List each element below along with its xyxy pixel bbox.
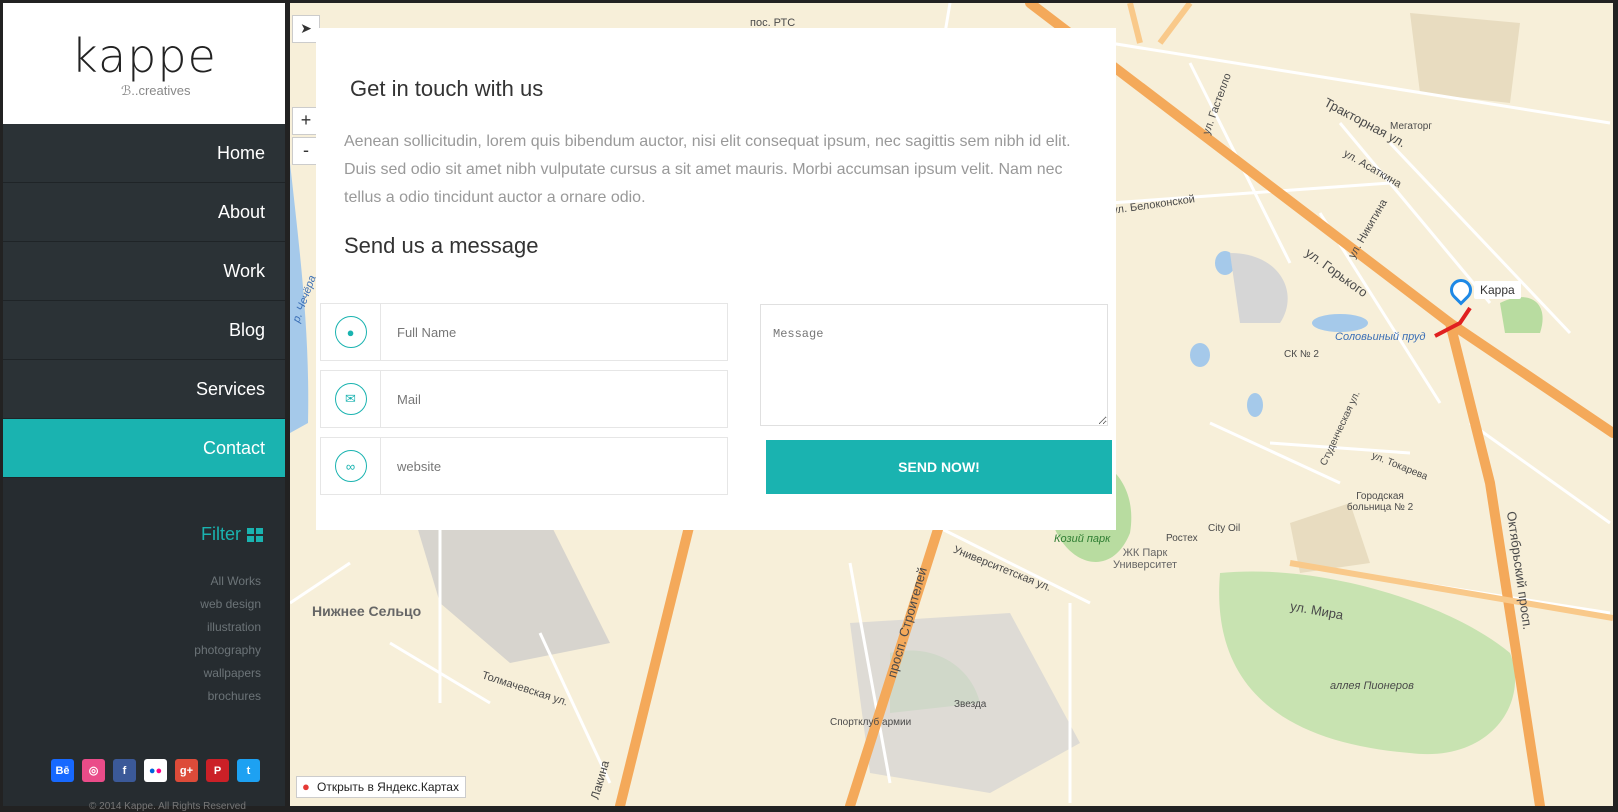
send-button[interactable]: SEND NOW!	[766, 440, 1112, 494]
nav-item-contact[interactable]: Contact	[3, 419, 285, 478]
filter-web-design[interactable]: web design	[194, 593, 261, 616]
open-yandex-maps-link[interactable]: ● Открыть в Яндекс.Картах	[296, 776, 466, 798]
social-links: Bē ◎ f ● ● g+ P t	[51, 759, 260, 782]
map-label: аллея Пионеров	[1330, 680, 1414, 692]
message-section-title: Send us a message	[344, 233, 539, 258]
contact-panel: Get in touch with us Aenean sollicitudin…	[316, 28, 1116, 530]
field-icon-wrap: ∞	[321, 437, 381, 495]
logo-text: kappe	[71, 29, 217, 83]
map-label: City Oil	[1208, 523, 1241, 534]
nav-item-work[interactable]: Work	[3, 242, 285, 301]
logo-tagline: ℬ..creatives	[121, 83, 191, 98]
map-label: Козий парк	[1054, 533, 1111, 545]
link-icon: ∞	[334, 450, 367, 482]
map-label: Спортклуб армии	[830, 717, 912, 728]
website-input[interactable]	[395, 457, 699, 475]
flickr-icon[interactable]: ● ●	[144, 759, 167, 782]
mail-field[interactable]: ✉	[320, 370, 728, 428]
message-textarea[interactable]	[760, 304, 1108, 426]
website-field[interactable]: ∞	[320, 437, 728, 495]
map-label: Городская больница № 2	[1346, 491, 1414, 513]
map-marker-label: Kappa	[1474, 281, 1521, 299]
dribbble-icon[interactable]: ◎	[82, 759, 105, 782]
map-label: Ростех	[1166, 533, 1198, 544]
filter-photography[interactable]: photography	[194, 639, 261, 662]
contact-description: Aenean sollicitudin, lorem quis bibendum…	[344, 133, 1071, 206]
google-plus-icon[interactable]: g+	[175, 759, 198, 782]
map-label: Нижнее Сельцо	[312, 603, 422, 619]
filter-title[interactable]: Filter	[201, 524, 263, 545]
filter-list: All Works web design illustration photog…	[194, 570, 261, 708]
filter-wallpapers[interactable]: wallpapers	[194, 662, 261, 685]
map-label: Соловьиный пруд	[1335, 331, 1426, 343]
map-pin-icon: ●	[302, 779, 310, 794]
nav-item-home[interactable]: Home	[3, 124, 285, 183]
mail-input[interactable]	[395, 390, 699, 408]
nav-item-services[interactable]: Services	[3, 360, 285, 419]
main-nav: Home About Work Blog Services Contact	[3, 124, 285, 478]
nav-item-blog[interactable]: Blog	[3, 301, 285, 360]
full-name-field[interactable]: ●	[320, 303, 728, 361]
filter-label: Filter	[201, 524, 241, 544]
copyright: © 2014 Kappe. All Rights Reserved	[89, 801, 246, 812]
filter-brochures[interactable]: brochures	[194, 685, 261, 708]
filter-illustration[interactable]: illustration	[194, 616, 261, 639]
sidebar: kappe ℬ..creatives Home About Work Blog …	[3, 3, 285, 812]
facebook-icon[interactable]: f	[113, 759, 136, 782]
filter-all-works[interactable]: All Works	[194, 570, 261, 593]
field-icon-wrap: ●	[321, 303, 381, 361]
grid-icon	[247, 527, 263, 542]
open-yandex-maps-label: Открыть в Яндекс.Картах	[317, 780, 459, 794]
map-label: СК № 2	[1284, 349, 1319, 360]
logo[interactable]: kappe ℬ..creatives	[3, 3, 285, 124]
full-name-input[interactable]	[395, 323, 699, 341]
map-label: ЖК Парк Университет	[1112, 547, 1178, 571]
contact-title: Get in touch with us	[350, 76, 544, 101]
map-label: Звезда	[954, 699, 987, 710]
twitter-icon[interactable]: t	[237, 759, 260, 782]
pinterest-icon[interactable]: P	[206, 759, 229, 782]
map-label: Мегаторг	[1390, 121, 1433, 132]
field-icon-wrap: ✉	[321, 370, 381, 428]
nav-item-about[interactable]: About	[3, 183, 285, 242]
user-icon: ●	[334, 316, 367, 348]
behance-icon[interactable]: Bē	[51, 759, 74, 782]
envelope-icon: ✉	[334, 383, 367, 415]
